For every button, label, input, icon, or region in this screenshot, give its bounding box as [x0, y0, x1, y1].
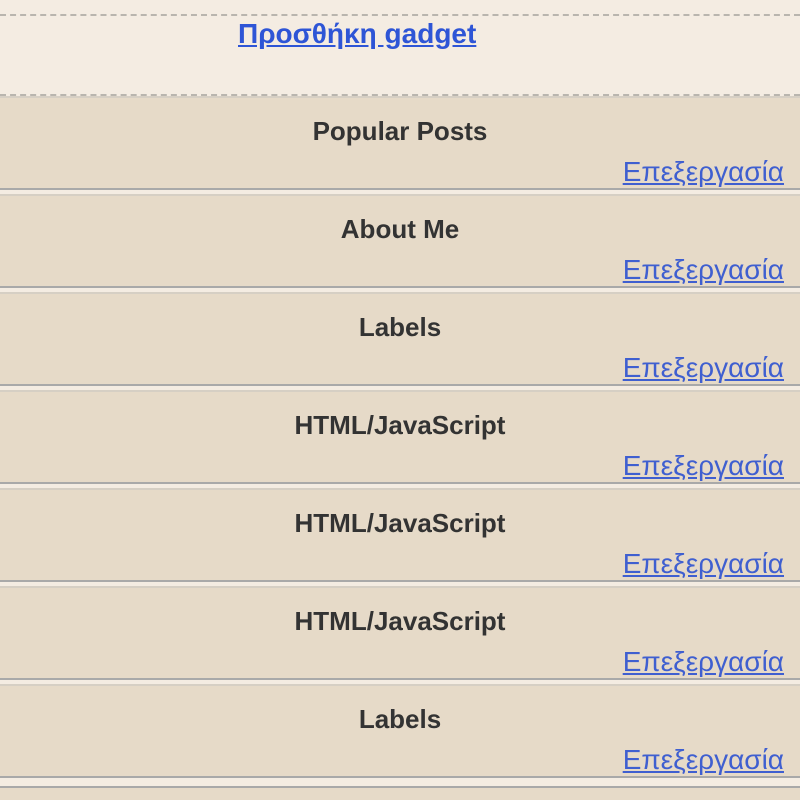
- edit-link[interactable]: Επεξεργασία: [623, 450, 784, 482]
- bottom-edge: [0, 786, 800, 800]
- gadget-title: About Me: [340, 214, 460, 244]
- gadget-item[interactable]: Popular Posts Επεξεργασία: [0, 96, 800, 190]
- gadget-item[interactable]: HTML/JavaScript Επεξεργασία: [0, 488, 800, 582]
- layout-editor: Προσθήκη gadget Popular Posts Επεξεργασί…: [0, 0, 800, 800]
- gadget-title: Labels: [358, 704, 442, 734]
- gadget-title: HTML/JavaScript: [294, 410, 506, 440]
- add-gadget-area: Προσθήκη gadget: [0, 16, 800, 96]
- edit-link[interactable]: Επεξεργασία: [623, 646, 784, 678]
- edit-link[interactable]: Επεξεργασία: [623, 548, 784, 580]
- edit-link[interactable]: Επεξεργασία: [623, 156, 784, 188]
- gadget-item[interactable]: Labels Επεξεργασία: [0, 684, 800, 778]
- gadget-item[interactable]: HTML/JavaScript Επεξεργασία: [0, 390, 800, 484]
- gadget-title: HTML/JavaScript: [294, 606, 506, 636]
- gadget-item[interactable]: Labels Επεξεργασία: [0, 292, 800, 386]
- edit-link[interactable]: Επεξεργασία: [623, 352, 784, 384]
- edit-link[interactable]: Επεξεργασία: [623, 744, 784, 776]
- gadget-title: Labels: [358, 312, 442, 342]
- top-drop-zone: [0, 0, 800, 16]
- gadget-item[interactable]: About Me Επεξεργασία: [0, 194, 800, 288]
- gadget-title: HTML/JavaScript: [294, 508, 506, 538]
- edit-link[interactable]: Επεξεργασία: [623, 254, 784, 286]
- gadget-item[interactable]: HTML/JavaScript Επεξεργασία: [0, 586, 800, 680]
- add-gadget-link[interactable]: Προσθήκη gadget: [238, 18, 476, 50]
- gadget-list: Popular Posts Επεξεργασία About Me Επεξε…: [0, 96, 800, 778]
- gadget-title: Popular Posts: [312, 116, 488, 146]
